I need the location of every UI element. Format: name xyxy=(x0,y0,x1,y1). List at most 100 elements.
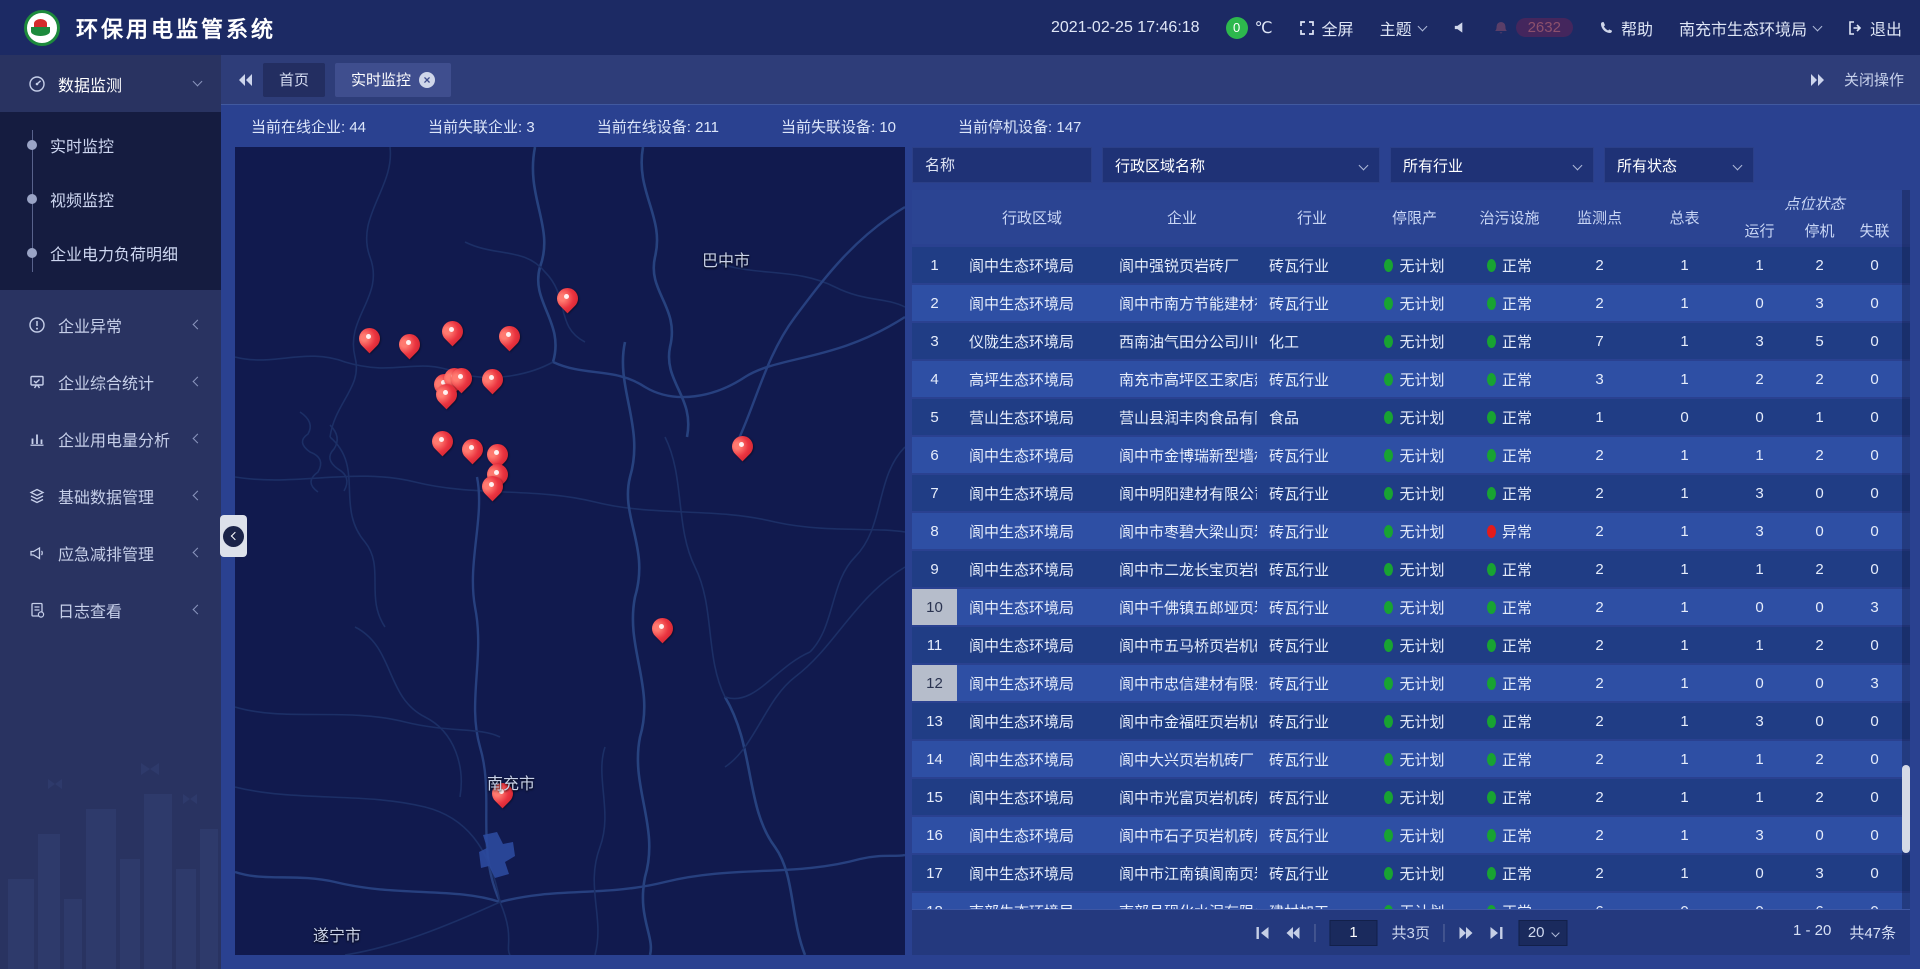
cell-meter-count: 0 xyxy=(1642,893,1727,909)
map-panel[interactable]: 巴中市南充市遂宁市 xyxy=(235,147,905,955)
sidebar: 数据监测 实时监控 视频监控 企业电力负荷明细 企业异常 企业综合统计 企业用电… xyxy=(0,55,221,969)
pagination-bar: 共3页 20 1 - 20 共47条 xyxy=(912,909,1910,955)
sidebar-item-realtime-monitoring[interactable]: 实时监控 xyxy=(0,118,221,172)
cell-meter-count: 1 xyxy=(1642,285,1727,321)
table-row[interactable]: 16 阆中生态环境局 阆中市石子页岩机砖厂 砖瓦行业 无计划 正常 2 1 3 … xyxy=(912,817,1910,853)
skyline-watermark xyxy=(0,739,221,969)
table-row[interactable]: 1 阆中生态环境局 阆中强锐页岩砖厂 砖瓦行业 无计划 正常 2 1 1 2 0 xyxy=(912,247,1910,283)
cell-lost-count: 0 xyxy=(1847,703,1902,739)
table-scrollbar[interactable] xyxy=(1902,190,1910,909)
cell-meter-count: 1 xyxy=(1642,475,1727,511)
close-operations-button[interactable]: 关闭操作 xyxy=(1844,69,1904,90)
next-page-icon[interactable] xyxy=(1459,926,1475,940)
first-page-icon[interactable] xyxy=(1254,926,1270,940)
map-pin-icon[interactable] xyxy=(428,430,458,460)
table-row[interactable]: 14 阆中生态环境局 阆中大兴页岩机砖厂 砖瓦行业 无计划 正常 2 1 1 2… xyxy=(912,741,1910,777)
cell-facility-status: 正常 xyxy=(1462,323,1557,359)
table-row[interactable]: 4 高坪生态环境局 南充市高坪区王家店建 砖瓦行业 无计划 正常 3 1 2 2… xyxy=(912,361,1910,397)
cell-lost-count: 0 xyxy=(1847,285,1902,321)
cell-region: 阆中生态环境局 xyxy=(957,285,1107,321)
fullscreen-button[interactable]: 全屏 xyxy=(1299,16,1354,40)
cell-halt-count: 2 xyxy=(1792,741,1847,777)
status-dot xyxy=(1487,563,1496,576)
status-dot xyxy=(1384,791,1393,804)
cell-company: 南充市高坪区王家店建 xyxy=(1107,361,1257,397)
industry-select[interactable]: 所有行业 xyxy=(1390,147,1594,183)
name-search-input[interactable] xyxy=(912,147,1092,183)
theme-dropdown[interactable]: 主题 xyxy=(1380,16,1426,40)
map-pin-icon[interactable] xyxy=(438,320,468,350)
org-dropdown[interactable]: 南充市生态环境局 xyxy=(1679,16,1821,40)
app-logo-icon xyxy=(24,10,60,46)
cell-stop-status: 无计划 xyxy=(1367,551,1462,587)
table-row[interactable]: 3 仪陇生态环境局 西南油气田分公司川中 化工 无计划 正常 7 1 3 5 0 xyxy=(912,323,1910,359)
notifications[interactable]: 2632 xyxy=(1493,18,1573,37)
table-row[interactable]: 17 阆中生态环境局 阆中市江南镇阆南页岩 砖瓦行业 无计划 正常 2 1 0 … xyxy=(912,855,1910,891)
tabs-scroll-right-icon[interactable] xyxy=(1810,73,1826,87)
enterprise-table: 行政区域 企业 行业 停限产 治污设施 监测点 总表 点位状态 运行 停机 失联… xyxy=(912,190,1910,909)
cell-meter-count: 1 xyxy=(1642,665,1727,701)
table-row[interactable]: 18 南部生态环境局 南部县砚化水泥有限公 建材加工 无计划 正常 6 0 0 … xyxy=(912,893,1910,909)
tab-home[interactable]: 首页 xyxy=(263,63,325,97)
sidebar-item-log-view[interactable]: 日志查看 xyxy=(0,581,221,638)
map-pin-icon[interactable] xyxy=(432,383,462,413)
last-page-icon[interactable] xyxy=(1489,926,1505,940)
row-index: 1 xyxy=(912,247,957,283)
sidebar-item-enterprise-abnormal[interactable]: 企业异常 xyxy=(0,296,221,353)
sidebar-item-base-data[interactable]: 基础数据管理 xyxy=(0,467,221,524)
region-select[interactable]: 行政区域名称 xyxy=(1102,147,1380,183)
sidebar-item-data-monitoring[interactable]: 数据监测 xyxy=(0,55,221,112)
row-index: 4 xyxy=(912,361,957,397)
map-pin-icon[interactable] xyxy=(478,368,508,398)
table-row[interactable]: 7 阆中生态环境局 阆中明阳建材有限公司 砖瓦行业 无计划 正常 2 1 3 0… xyxy=(912,475,1910,511)
sidebar-item-emergency-reduction[interactable]: 应急减排管理 xyxy=(0,524,221,581)
table-row[interactable]: 13 阆中生态环境局 阆中市金福旺页岩机砖 砖瓦行业 无计划 正常 2 1 3 … xyxy=(912,703,1910,739)
prev-page-icon[interactable] xyxy=(1284,926,1300,940)
scrollbar-thumb[interactable] xyxy=(1902,765,1910,853)
map-pin-icon[interactable] xyxy=(495,325,525,355)
total-pages-label: 共3页 xyxy=(1391,922,1429,943)
cell-region: 南部生态环境局 xyxy=(957,893,1107,909)
table-row[interactable]: 8 阆中生态环境局 阆中市枣碧大梁山页岩 砖瓦行业 无计划 异常 2 1 3 0… xyxy=(912,513,1910,549)
divider xyxy=(1314,924,1315,942)
sidebar-item-enterprise-statistics[interactable]: 企业综合统计 xyxy=(0,353,221,410)
map-pin-icon[interactable] xyxy=(355,327,385,357)
cell-monitor-count: 3 xyxy=(1557,361,1642,397)
table-row[interactable]: 10 阆中生态环境局 阆中千佛镇五郎垭页岩 砖瓦行业 无计划 正常 2 1 0 … xyxy=(912,589,1910,625)
cell-facility-status: 正常 xyxy=(1462,855,1557,891)
page-size-select[interactable]: 20 xyxy=(1519,920,1568,946)
logout-button[interactable]: 退出 xyxy=(1847,16,1902,40)
map-pin-icon[interactable] xyxy=(395,333,425,363)
sidebar-item-power-analysis[interactable]: 企业用电量分析 xyxy=(0,410,221,467)
table-row[interactable]: 15 阆中生态环境局 阆中市光富页岩机砖厂 砖瓦行业 无计划 正常 2 1 1 … xyxy=(912,779,1910,815)
cell-run-count: 0 xyxy=(1727,893,1792,909)
map-pin-icon[interactable] xyxy=(553,287,583,317)
row-index: 13 xyxy=(912,703,957,739)
table-row[interactable]: 6 阆中生态环境局 阆中市金博瑞新型墙材 砖瓦行业 无计划 正常 2 1 1 2… xyxy=(912,437,1910,473)
map-collapse-button[interactable] xyxy=(220,515,247,557)
table-row[interactable]: 5 营山生态环境局 营山县润丰肉食品有限 食品 无计划 正常 1 0 0 1 0 xyxy=(912,399,1910,435)
map-pin-icon[interactable] xyxy=(648,617,678,647)
cell-run-count: 0 xyxy=(1727,399,1792,435)
cell-facility-status: 正常 xyxy=(1462,589,1557,625)
map-pin-icon[interactable] xyxy=(728,435,758,465)
table-row[interactable]: 11 阆中生态环境局 阆中市五马桥页岩机砖 砖瓦行业 无计划 正常 2 1 1 … xyxy=(912,627,1910,663)
table-row[interactable]: 2 阆中生态环境局 阆中市南方节能建材有 砖瓦行业 无计划 正常 2 1 0 3… xyxy=(912,285,1910,321)
cell-meter-count: 1 xyxy=(1642,779,1727,815)
col-header-lost: 失联 xyxy=(1847,217,1902,244)
tabs-scroll-left-icon[interactable] xyxy=(237,73,253,87)
status-select[interactable]: 所有状态 xyxy=(1604,147,1754,183)
datetime: 2021-02-25 17:46:18 xyxy=(1051,19,1200,37)
tab-realtime-monitoring[interactable]: 实时监控 × xyxy=(335,63,451,97)
sidebar-item-power-load-detail[interactable]: 企业电力负荷明细 xyxy=(0,226,221,280)
row-index: 18 xyxy=(912,893,957,909)
table-row[interactable]: 12 阆中生态环境局 阆中市忠信建材有限公 砖瓦行业 无计划 正常 2 1 0 … xyxy=(912,665,1910,701)
map-pin-icon[interactable] xyxy=(478,475,508,505)
page-number-input[interactable] xyxy=(1329,920,1377,946)
mute-button[interactable] xyxy=(1452,20,1467,35)
help-button[interactable]: 帮助 xyxy=(1599,16,1653,40)
sidebar-item-video-monitoring[interactable]: 视频监控 xyxy=(0,172,221,226)
close-icon[interactable]: × xyxy=(419,72,435,88)
table-row[interactable]: 9 阆中生态环境局 阆中市二龙长宝页岩砖 砖瓦行业 无计划 正常 2 1 1 2… xyxy=(912,551,1910,587)
cell-company: 阆中千佛镇五郎垭页岩 xyxy=(1107,589,1257,625)
